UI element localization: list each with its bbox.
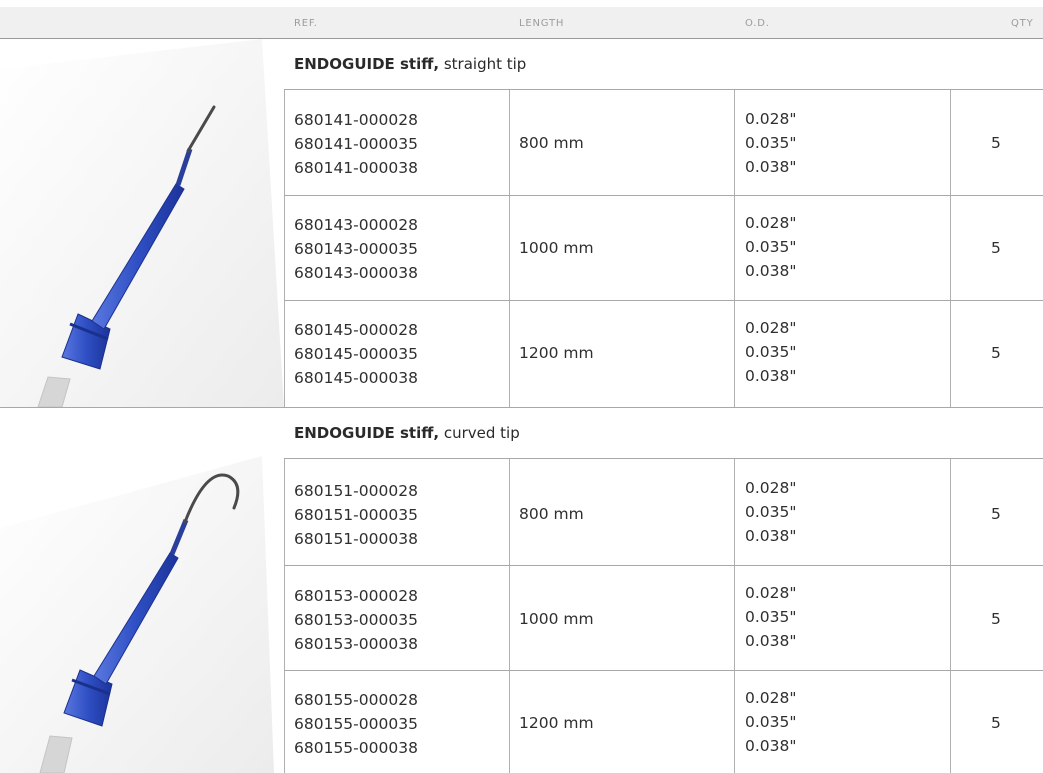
od-cell: 0.028" 0.035" 0.038": [745, 316, 797, 388]
product-title-straight-tip: ENDOGUIDE stiff, straight tip: [284, 39, 1043, 90]
row-separator: [284, 565, 1043, 566]
ref-number: 680151-000038: [294, 530, 418, 548]
ref-number: 680143-000028: [294, 216, 418, 234]
od-value: 0.035": [745, 608, 797, 626]
ref-cell: 680143-000028 680143-000035 680143-00003…: [294, 213, 418, 285]
row-separator: [284, 300, 1043, 301]
qty-cell: 5: [991, 505, 1001, 523]
ref-cell: 680141-000028 680141-000035 680141-00003…: [294, 108, 418, 180]
ref-number: 680153-000028: [294, 587, 418, 605]
ref-number: 680155-000035: [294, 715, 418, 733]
header-qty: QTY: [1011, 18, 1034, 29]
product-variant: straight tip: [439, 55, 527, 73]
od-cell: 0.028" 0.035" 0.038": [745, 686, 797, 758]
od-value: 0.028": [745, 479, 797, 497]
ref-number: 680145-000028: [294, 321, 418, 339]
divider: [509, 459, 510, 773]
od-value: 0.028": [745, 110, 797, 128]
ref-number: 680141-000028: [294, 111, 418, 129]
od-value: 0.038": [745, 632, 797, 650]
od-cell: 0.028" 0.035" 0.038": [745, 581, 797, 653]
qty-cell: 5: [991, 344, 1001, 362]
divider: [734, 459, 735, 773]
ref-number: 680145-000038: [294, 369, 418, 387]
od-value: 0.035": [745, 343, 797, 361]
length-cell: 800 mm: [519, 505, 584, 523]
ref-number: 680143-000035: [294, 240, 418, 258]
od-value: 0.035": [745, 238, 797, 256]
ref-number: 680155-000038: [294, 739, 418, 757]
ref-cell: 680145-000028 680145-000035 680145-00003…: [294, 318, 418, 390]
od-value: 0.028": [745, 214, 797, 232]
row-separator: [284, 670, 1043, 671]
od-value: 0.038": [745, 527, 797, 545]
ref-number: 680141-000038: [294, 159, 418, 177]
ref-number: 680151-000035: [294, 506, 418, 524]
table-header: REF. LENGTH O.D. QTY: [0, 7, 1043, 39]
length-cell: 1200 mm: [519, 344, 594, 362]
ref-cell: 680153-000028 680153-000035 680153-00003…: [294, 584, 418, 656]
header-od: O.D.: [745, 18, 770, 29]
od-value: 0.028": [745, 584, 797, 602]
product-image-straight-tip: [0, 39, 284, 407]
length-cell: 1200 mm: [519, 714, 594, 732]
product-variant: curved tip: [439, 424, 520, 442]
ref-number: 680143-000038: [294, 264, 418, 282]
od-cell: 0.028" 0.035" 0.038": [745, 476, 797, 548]
od-value: 0.038": [745, 158, 797, 176]
ref-number: 680145-000035: [294, 345, 418, 363]
od-value: 0.038": [745, 367, 797, 385]
divider: [284, 459, 285, 773]
length-cell: 800 mm: [519, 134, 584, 152]
od-cell: 0.028" 0.035" 0.038": [745, 211, 797, 283]
divider: [284, 90, 285, 407]
od-value: 0.028": [745, 319, 797, 337]
divider: [509, 90, 510, 407]
qty-cell: 5: [991, 714, 1001, 732]
ref-cell: 680155-000028 680155-000035 680155-00003…: [294, 688, 418, 760]
od-value: 0.038": [745, 737, 797, 755]
divider: [734, 90, 735, 407]
od-value: 0.038": [745, 262, 797, 280]
ref-cell: 680151-000028 680151-000035 680151-00003…: [294, 479, 418, 551]
od-value: 0.028": [745, 689, 797, 707]
header-ref: REF.: [294, 18, 318, 29]
length-cell: 1000 mm: [519, 239, 594, 257]
ref-number: 680141-000035: [294, 135, 418, 153]
length-cell: 1000 mm: [519, 610, 594, 628]
qty-cell: 5: [991, 610, 1001, 628]
row-separator: [284, 195, 1043, 196]
ref-number: 680155-000028: [294, 691, 418, 709]
product-brand: ENDOGUIDE stiff,: [294, 55, 440, 73]
header-length: LENGTH: [519, 18, 565, 29]
qty-cell: 5: [991, 239, 1001, 257]
divider: [950, 459, 951, 773]
ref-number: 680153-000035: [294, 611, 418, 629]
od-value: 0.035": [745, 713, 797, 731]
od-value: 0.035": [745, 503, 797, 521]
product-title-curved-tip: ENDOGUIDE stiff, curved tip: [284, 408, 1043, 459]
qty-cell: 5: [991, 134, 1001, 152]
divider: [950, 90, 951, 407]
od-value: 0.035": [745, 134, 797, 152]
ref-number: 680151-000028: [294, 482, 418, 500]
od-cell: 0.028" 0.035" 0.038": [745, 107, 797, 179]
product-image-curved-tip: [0, 408, 284, 773]
ref-number: 680153-000038: [294, 635, 418, 653]
product-brand: ENDOGUIDE stiff,: [294, 424, 440, 442]
